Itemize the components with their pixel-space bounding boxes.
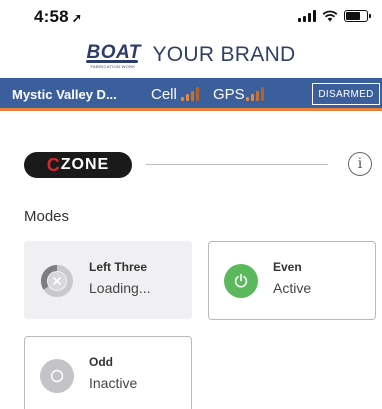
- location-arrow-icon: ➚: [71, 11, 83, 25]
- info-glyph: i: [357, 156, 363, 172]
- status-time: 4:58 ➚: [34, 7, 82, 27]
- boat-logo: BOAT FABRICATION WORK: [86, 40, 144, 70]
- czone-logo: C ZONE: [24, 152, 132, 178]
- mode-status: Loading...: [89, 280, 151, 296]
- cell-label: Cell: [151, 86, 177, 103]
- disarmed-button[interactable]: DISARMED: [312, 83, 380, 105]
- vessel-info-bar: Mystic Valley D... Cell GPS DISARMED: [0, 78, 382, 111]
- info-circle-icon[interactable]: i: [348, 152, 372, 176]
- divider: [146, 164, 328, 165]
- cellular-signal-icon: [298, 10, 316, 22]
- mode-title: Odd: [89, 355, 113, 369]
- logo-tagline: FABRICATION WORK: [90, 64, 136, 69]
- mode-card-left-three[interactable]: Left Three Loading...: [24, 241, 192, 319]
- wifi-icon: [322, 10, 338, 22]
- time-text: 4:58: [34, 7, 69, 26]
- czone-logo-c: C: [46, 154, 60, 175]
- mode-title: Left Three: [89, 260, 148, 274]
- battery-icon: [344, 10, 371, 22]
- power-icon: [224, 264, 258, 298]
- status-icons: [298, 10, 371, 22]
- mode-title: Even: [273, 260, 302, 274]
- cell-signal-icon: [181, 87, 199, 101]
- spinner-close-icon: [40, 264, 74, 298]
- circle-off-icon: [40, 359, 74, 393]
- czone-logo-text: ZONE: [60, 156, 110, 173]
- vessel-name[interactable]: Mystic Valley D...: [12, 87, 117, 102]
- mode-status: Inactive: [89, 375, 138, 391]
- modes-heading: Modes: [24, 208, 70, 225]
- mode-card-even[interactable]: Even Active: [208, 241, 376, 320]
- logo-swoosh: [86, 60, 139, 63]
- mode-card-odd[interactable]: Odd Inactive: [24, 336, 192, 409]
- brand-header: BOAT FABRICATION WORK YOUR BRAND: [0, 34, 382, 76]
- mode-status: Active: [273, 280, 312, 296]
- gps-signal-icon: [246, 87, 264, 101]
- status-bar: 4:58 ➚: [0, 0, 382, 34]
- czone-row: C ZONE i: [0, 148, 382, 182]
- gps-label: GPS: [213, 86, 245, 103]
- brand-name: YOUR BRAND: [152, 43, 296, 66]
